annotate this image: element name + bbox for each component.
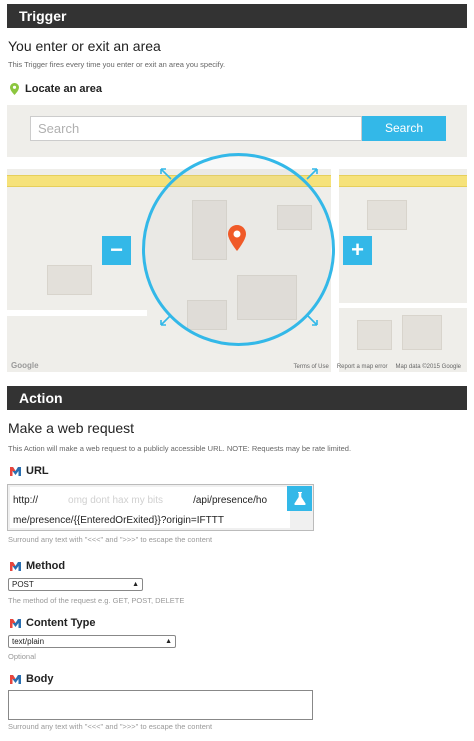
map-building xyxy=(367,200,407,230)
url-path-line1: /api/presence/ho xyxy=(193,495,268,506)
locate-area-text: Locate an area xyxy=(25,83,103,95)
body-helper-text: Surround any text with "<<<" and ">>>" t… xyxy=(8,722,213,731)
google-logo: Google xyxy=(11,361,39,370)
zoom-in-button[interactable]: + xyxy=(343,236,372,265)
method-helper-text: The method of the request e.g. GET, POST… xyxy=(8,596,185,605)
content-type-selected-value: text/plain xyxy=(12,637,45,646)
method-label: Method xyxy=(10,560,65,572)
map-building xyxy=(47,265,92,295)
url-redacted-host: omg dont hax my bits xyxy=(68,495,164,506)
terms-of-use-link[interactable]: Terms of Use xyxy=(294,364,329,370)
select-caret-icon: ▲︎ xyxy=(132,581,139,588)
map-search-button[interactable]: Search xyxy=(362,116,446,141)
url-input[interactable]: http:// omg dont hax my bits/api/presence… xyxy=(7,484,314,531)
resize-arrow-icon[interactable] xyxy=(159,167,173,181)
select-caret-icon: ▲︎ xyxy=(165,638,172,645)
resize-arrow-icon[interactable] xyxy=(159,313,173,327)
map-footer: Terms of Use Report a map error Map data… xyxy=(294,364,462,370)
locate-area-label: Locate an area xyxy=(10,83,102,95)
area-map[interactable]: Search Search − + Google Terms of Use Re… xyxy=(7,105,467,372)
map-pin-icon[interactable] xyxy=(228,225,246,251)
resize-arrow-icon[interactable] xyxy=(305,313,319,327)
url-path-line2: me/presence/{{EnteredOrExited}}?origin=I… xyxy=(13,515,224,526)
url-label-text: URL xyxy=(26,465,49,477)
flask-icon xyxy=(293,492,306,505)
ingredient-button[interactable] xyxy=(287,486,312,511)
map-road xyxy=(7,310,147,316)
url-label: URL xyxy=(10,465,49,477)
trigger-heading: You enter or exit an area xyxy=(8,38,161,54)
maker-icon xyxy=(10,618,21,628)
method-selected-value: POST xyxy=(12,580,34,589)
map-search-input[interactable]: Search xyxy=(30,116,362,141)
map-building xyxy=(402,315,442,350)
url-prefix: http:// xyxy=(13,495,39,506)
map-road xyxy=(337,303,467,308)
report-error-link[interactable]: Report a map error xyxy=(337,364,388,370)
location-pin-icon xyxy=(10,83,19,95)
content-type-label-text: Content Type xyxy=(26,617,96,629)
method-label-text: Method xyxy=(26,560,66,572)
method-select[interactable]: POST ▲︎ xyxy=(8,578,143,591)
body-textarea[interactable] xyxy=(8,690,313,720)
content-type-select[interactable]: text/plain ▲︎ xyxy=(8,635,176,648)
trigger-description: This Trigger fires every time you enter … xyxy=(8,60,226,69)
url-value[interactable]: http:// omg dont hax my bits/api/presence… xyxy=(10,487,290,528)
maker-icon xyxy=(10,561,21,571)
content-type-helper-text: Optional xyxy=(8,652,36,661)
map-copyright: Map data ©2015 Google xyxy=(395,364,461,370)
maker-icon xyxy=(10,674,21,684)
content-type-label: Content Type xyxy=(10,617,95,629)
action-section-header: Action xyxy=(7,386,467,410)
map-building xyxy=(357,320,392,350)
maker-icon xyxy=(10,466,21,476)
action-heading: Make a web request xyxy=(8,420,135,436)
zoom-out-button[interactable]: − xyxy=(102,236,131,265)
body-label-text: Body xyxy=(26,673,54,685)
action-description: This Action will make a web request to a… xyxy=(8,444,352,453)
body-label: Body xyxy=(10,673,54,685)
trigger-section-header: Trigger xyxy=(7,4,467,28)
url-helper-text: Surround any text with "<<<" and ">>>" t… xyxy=(8,535,213,544)
resize-arrow-icon[interactable] xyxy=(305,167,319,181)
